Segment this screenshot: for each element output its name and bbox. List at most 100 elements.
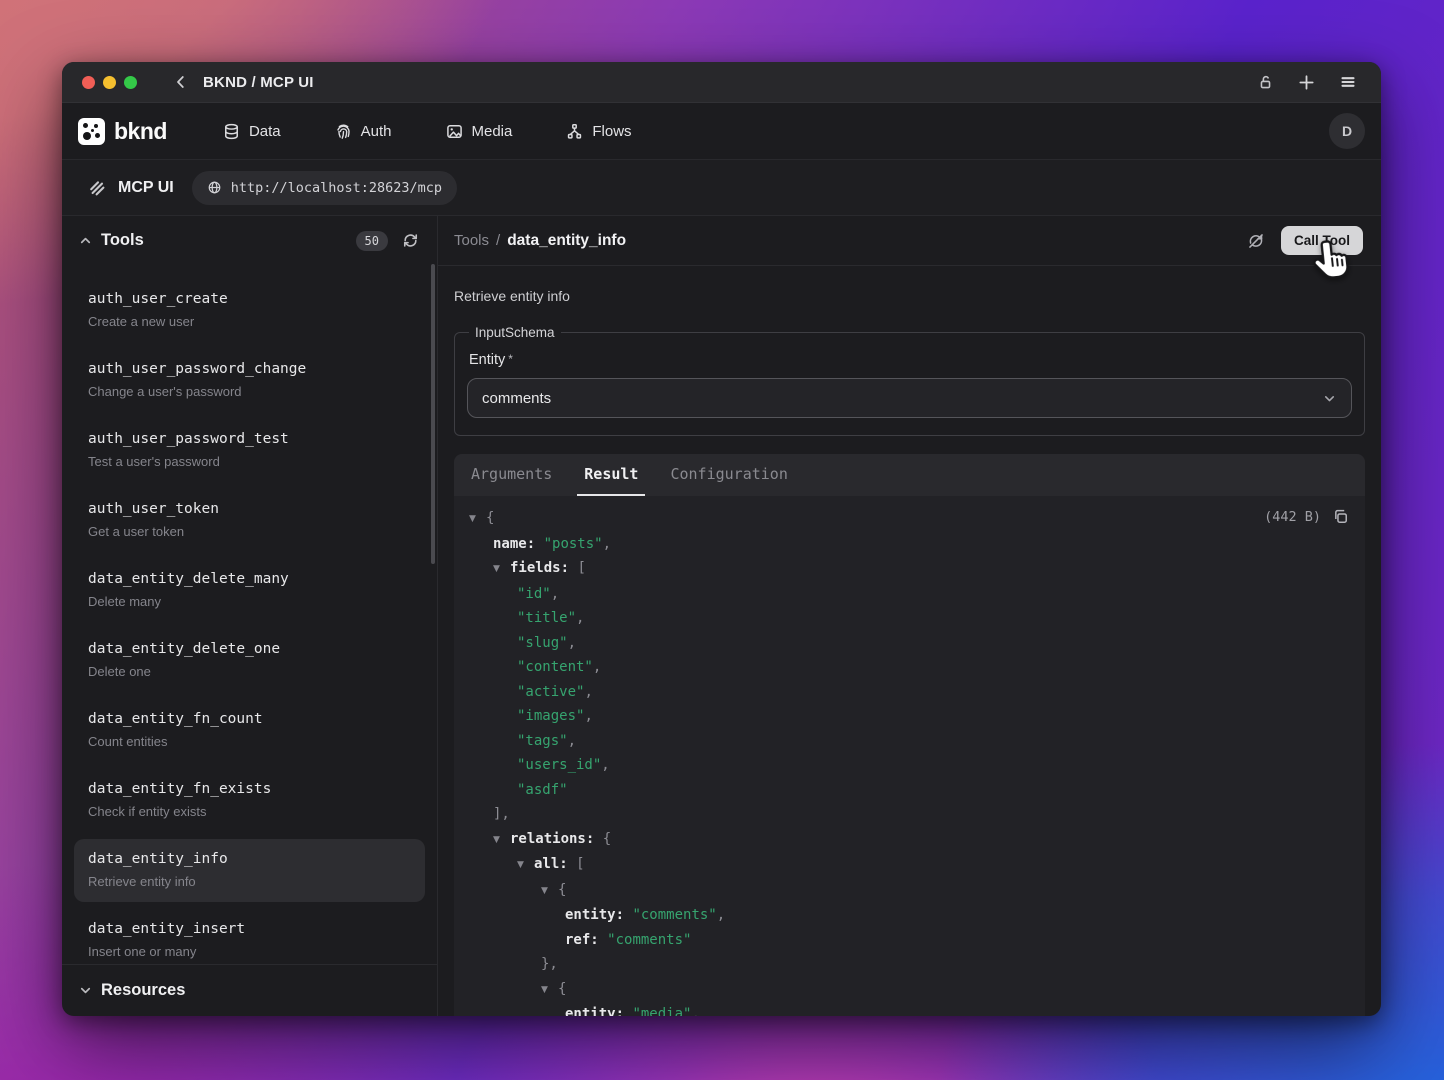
- breadcrumb-separator: /: [496, 232, 500, 249]
- json-key: fields:: [510, 560, 569, 576]
- entity-select-value: comments: [482, 390, 551, 407]
- input-schema-fieldset: InputSchema Entity* comments: [454, 325, 1365, 436]
- json-punctuation: ,: [593, 659, 601, 675]
- json-key: ref:: [565, 932, 599, 948]
- tool-description: Delete many: [88, 593, 411, 611]
- zoom-window-button[interactable]: [124, 76, 137, 89]
- json-line: name: "posts",: [454, 532, 1365, 557]
- tool-list-item-data_entity_fn_count[interactable]: data_entity_fn_count Count entities: [74, 699, 425, 762]
- tool-list-item-auth_user_password_test[interactable]: auth_user_password_testTest a user's pas…: [74, 419, 425, 482]
- tool-description: Delete one: [88, 663, 411, 681]
- json-string: "slug": [517, 635, 568, 651]
- tab-arguments[interactable]: Arguments: [464, 454, 559, 496]
- json-string: "id": [517, 586, 551, 602]
- json-punctuation: {: [558, 882, 566, 898]
- server-url-pill[interactable]: http://localhost:28623/mcp: [192, 171, 457, 205]
- collapse-toggle-icon[interactable]: ▼: [541, 879, 558, 904]
- json-key: entity:: [565, 907, 624, 923]
- tool-description: Count entities: [88, 733, 411, 751]
- collapse-toggle-icon[interactable]: ▼: [541, 978, 558, 1003]
- tool-list: auth_user_createCreate a new user auth_us…: [62, 265, 437, 964]
- call-tool-button[interactable]: Call Tool: [1281, 226, 1363, 255]
- json-punctuation: ,: [717, 907, 725, 923]
- json-line: entity: "media",: [454, 1002, 1365, 1016]
- json-punctuation: [594, 831, 602, 847]
- result-size-label: (442 B): [1264, 509, 1321, 525]
- tab-configuration[interactable]: Configuration: [663, 454, 794, 496]
- json-key: all:: [534, 856, 568, 872]
- json-punctuation: [: [577, 560, 585, 576]
- json-punctuation: ,: [603, 536, 611, 552]
- sidebar-scrollbar-thumb[interactable]: [431, 264, 435, 564]
- nav-item-flows[interactable]: Flows: [566, 123, 631, 140]
- desktop-wallpaper: BKND / MCP UI: [0, 0, 1444, 1080]
- nav-item-auth[interactable]: Auth: [335, 123, 392, 140]
- tool-list-item-auth_user_create[interactable]: auth_user_createCreate a new user: [74, 279, 425, 342]
- close-window-button[interactable]: [82, 76, 95, 89]
- nav-item-media[interactable]: Media: [446, 123, 513, 140]
- entity-select[interactable]: comments: [467, 378, 1352, 418]
- chevron-down-icon: [78, 983, 93, 998]
- json-punctuation: [: [576, 856, 584, 872]
- json-punctuation: ,: [584, 708, 592, 724]
- tab-result[interactable]: Result: [577, 454, 645, 496]
- json-string: "images": [517, 708, 584, 724]
- tool-list-item-data_entity_delete_one[interactable]: data_entity_delete_oneDelete one: [74, 629, 425, 692]
- tool-description: Test a user's password: [88, 453, 411, 471]
- json-line: ▼{: [454, 977, 1365, 1003]
- resources-section-header[interactable]: Resources: [62, 964, 437, 1016]
- database-icon: [223, 123, 240, 140]
- auto-refresh-off-icon[interactable]: [1247, 232, 1265, 250]
- menu-icon[interactable]: [1339, 74, 1357, 90]
- json-string: "title": [517, 610, 576, 626]
- json-line: "users_id",: [454, 753, 1365, 778]
- json-lines: ▼{name: "posts",▼fields: ["id","title","…: [454, 496, 1365, 1016]
- tool-description: Change a user's password: [88, 383, 411, 401]
- json-line: ],: [454, 802, 1365, 827]
- json-punctuation: {: [486, 510, 494, 526]
- json-line: "tags",: [454, 729, 1365, 754]
- title-bar: BKND / MCP UI: [62, 62, 1381, 103]
- tool-description: Get a user token: [88, 523, 411, 541]
- chevron-up-icon: [78, 233, 93, 248]
- breadcrumb-parent[interactable]: Tools: [454, 232, 489, 249]
- json-string: "active": [517, 684, 584, 700]
- tool-list-item-data_entity_insert[interactable]: data_entity_insertInsert one or many: [74, 909, 425, 964]
- new-tab-icon[interactable]: [1298, 74, 1315, 91]
- tools-sidebar: Tools 50 auth_user_createCreate a new us…: [62, 216, 438, 1016]
- tool-list-item-data_entity_fn_exists[interactable]: data_entity_fn_existsCheck if entity exi…: [74, 769, 425, 832]
- user-avatar[interactable]: D: [1329, 113, 1365, 149]
- tool-list-item-data_entity_delete_many[interactable]: data_entity_delete_manyDelete many: [74, 559, 425, 622]
- bknd-logo[interactable]: bknd: [78, 118, 167, 145]
- minimize-window-button[interactable]: [103, 76, 116, 89]
- workflow-icon: [566, 123, 583, 140]
- collapse-toggle-icon[interactable]: ▼: [493, 557, 510, 582]
- json-punctuation: {: [558, 981, 566, 997]
- layers-icon: [88, 179, 106, 197]
- json-string: "posts": [544, 536, 603, 552]
- json-line: ▼{: [454, 878, 1365, 904]
- copy-icon[interactable]: [1332, 508, 1349, 525]
- json-result-viewer: (442 B) ▼{name: "posts",▼fields: ["id","…: [454, 496, 1365, 1016]
- lock-icon[interactable]: [1257, 74, 1274, 91]
- collapse-toggle-icon[interactable]: ▼: [469, 507, 486, 532]
- collapse-toggle-icon[interactable]: ▼: [493, 828, 510, 853]
- json-line: ▼relations: {: [454, 827, 1365, 853]
- nav-item-data[interactable]: Data: [223, 123, 281, 140]
- tools-section-header[interactable]: Tools 50: [62, 216, 437, 265]
- window-title: BKND / MCP UI: [203, 74, 314, 91]
- app-window: BKND / MCP UI: [62, 62, 1381, 1016]
- tool-list-item-auth_user_token[interactable]: auth_user_tokenGet a user token: [74, 489, 425, 552]
- collapse-toggle-icon[interactable]: ▼: [517, 853, 534, 878]
- tool-name: data_entity_fn_count: [88, 709, 411, 729]
- json-key: name:: [493, 536, 535, 552]
- tool-detail-body: Retrieve entity info InputSchema Entity*…: [438, 266, 1381, 1016]
- mcp-header-bar: MCP UI http://localhost:28623/mcp: [62, 160, 1381, 216]
- refresh-icon[interactable]: [402, 232, 419, 249]
- tool-list-item-data_entity_info[interactable]: data_entity_infoRetrieve entity info: [74, 839, 425, 902]
- tool-name: data_entity_fn_exists: [88, 779, 411, 799]
- tool-list-item-auth_user_password_change[interactable]: auth_user_password_changeChange a user's…: [74, 349, 425, 412]
- back-button[interactable]: [173, 74, 189, 90]
- fingerprint-icon: [335, 123, 352, 140]
- result-tabs: Arguments Result Configuration: [454, 454, 1365, 496]
